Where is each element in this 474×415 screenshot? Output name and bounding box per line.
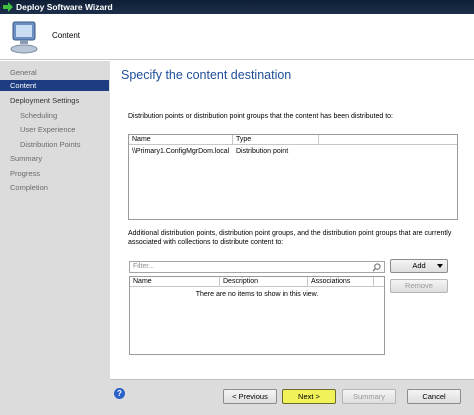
next-button[interactable]: Next > bbox=[282, 389, 336, 404]
add-button-label: Add bbox=[412, 261, 426, 270]
summary-button[interactable]: Summary bbox=[342, 389, 396, 404]
sidebar-item-progress[interactable]: Progress bbox=[0, 168, 109, 179]
page-heading: Specify the content destination bbox=[121, 68, 292, 82]
sidebar-item-distribution-points[interactable]: Distribution Points bbox=[0, 139, 109, 150]
distributed-table-header: Name Type bbox=[129, 135, 457, 145]
sidebar-item-user-experience[interactable]: User Experience bbox=[0, 124, 109, 135]
sidebar-item-deployment-settings[interactable]: Deployment Settings bbox=[0, 95, 109, 106]
cancel-button[interactable]: Cancel bbox=[407, 389, 461, 404]
window-title: Deploy Software Wizard bbox=[16, 2, 113, 12]
wizard-sidebar: General Content Deployment Settings Sche… bbox=[0, 61, 110, 415]
empty-table-message: There are no items to show in this view. bbox=[195, 291, 319, 298]
additional-table[interactable]: Name Description Associations There are … bbox=[129, 276, 385, 355]
additional-table-header: Name Description Associations bbox=[130, 277, 384, 287]
column-header-description[interactable]: Description bbox=[220, 277, 308, 287]
column-header-name[interactable]: Name bbox=[130, 277, 220, 287]
filter-placeholder: Filter... bbox=[133, 263, 155, 270]
help-icon[interactable]: ? bbox=[114, 388, 125, 399]
remove-button[interactable]: Remove bbox=[390, 279, 448, 293]
sidebar-item-completion[interactable]: Completion bbox=[0, 182, 109, 193]
add-button[interactable]: Add bbox=[390, 259, 448, 273]
column-header-associations[interactable]: Associations bbox=[308, 277, 374, 287]
title-bar: Deploy Software Wizard bbox=[0, 0, 474, 14]
wizard-header: Content bbox=[0, 14, 474, 60]
sidebar-item-scheduling[interactable]: Scheduling bbox=[0, 110, 109, 121]
content-panel: Specify the content destination Distribu… bbox=[110, 61, 474, 379]
column-header-type[interactable]: Type bbox=[233, 135, 319, 145]
distributed-row-type[interactable]: Distribution point bbox=[236, 148, 288, 155]
current-step-name: Content bbox=[52, 31, 81, 40]
sidebar-item-content[interactable]: Content bbox=[0, 80, 109, 91]
deploy-arrow-icon bbox=[3, 2, 13, 12]
computer-icon bbox=[10, 21, 38, 54]
sidebar-item-general[interactable]: General bbox=[0, 67, 109, 78]
sidebar-item-summary[interactable]: Summary bbox=[0, 153, 109, 164]
chevron-down-icon bbox=[437, 264, 443, 268]
additional-description: Additional distribution points, distribu… bbox=[128, 230, 452, 246]
previous-button[interactable]: < Previous bbox=[223, 389, 277, 404]
distributed-description: Distribution points or distribution poin… bbox=[128, 113, 393, 120]
column-header-name[interactable]: Name bbox=[129, 135, 233, 145]
distributed-table[interactable]: Name Type \\Primary1.ConfigMgrDom.local … bbox=[128, 134, 458, 220]
distributed-row-name[interactable]: \\Primary1.ConfigMgrDom.local bbox=[132, 148, 229, 155]
search-icon[interactable] bbox=[372, 263, 381, 272]
filter-input[interactable]: Filter... bbox=[129, 261, 385, 273]
wizard-footer: ? < Previous Next > Summary Cancel bbox=[110, 379, 474, 415]
